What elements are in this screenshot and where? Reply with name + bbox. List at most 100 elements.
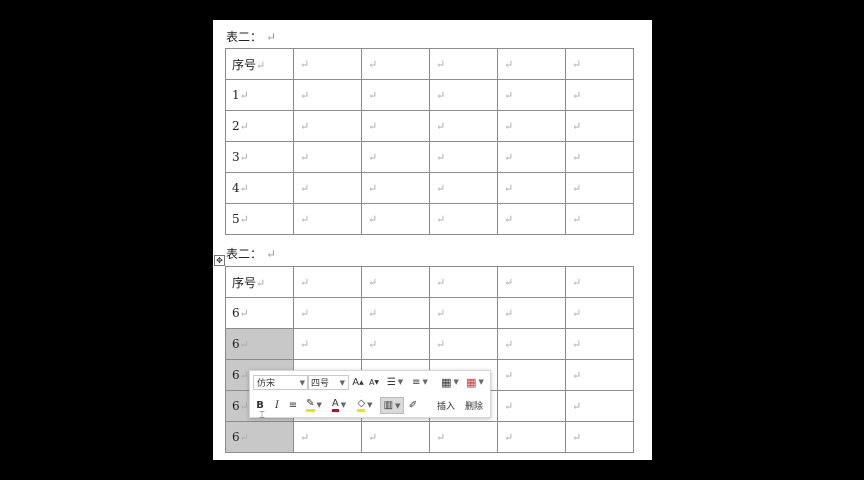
table-cell[interactable]: ↵ — [429, 110, 498, 142]
table-cell[interactable]: ↵ — [497, 48, 566, 80]
cell-end-mark: ↵ — [436, 338, 446, 351]
table-cell[interactable]: ↵ — [429, 421, 498, 453]
table-cell[interactable]: ↵ — [293, 266, 362, 298]
font-size-dropdown[interactable]: 四号 ▼ — [307, 375, 349, 390]
table-cell[interactable]: ↵ — [497, 266, 566, 298]
table-cell[interactable]: ↵ — [293, 421, 362, 453]
table-2[interactable]: 序号↵↵↵↵↵↵6↵↵↵↵↵↵6↵↵↵↵↵↵6↵↵↵↵↵↵6↵↵↵↵↵↵6↵↵↵… — [225, 266, 634, 453]
cell-text: 3 — [232, 150, 240, 164]
cell-end-mark: ↵ — [504, 369, 514, 382]
table-cell[interactable]: ↵ — [293, 110, 362, 142]
table-cell[interactable]: ↵ — [565, 266, 634, 298]
table-cell[interactable]: ↵ — [497, 359, 566, 391]
table-cell[interactable]: ↵ — [565, 79, 634, 111]
paragraph-mark: ↵ — [266, 30, 277, 44]
font-color-button[interactable]: A ▼ — [328, 398, 350, 412]
table-cell[interactable]: ↵ — [497, 141, 566, 173]
mouse-cursor-icon: ⌶ — [259, 410, 265, 421]
format-painter-button[interactable]: ✐ — [406, 398, 420, 412]
cell-end-mark: ↵ — [239, 89, 249, 102]
table-cell[interactable]: ↵ — [565, 203, 634, 235]
numbered-list-button[interactable]: ≡ ▼ — [410, 375, 430, 389]
italic-button[interactable]: I — [270, 398, 284, 412]
table-cell[interactable]: 6↵ — [225, 328, 294, 360]
table-cell[interactable]: ↵ — [497, 203, 566, 235]
table-move-handle-icon[interactable]: ✥ — [214, 255, 225, 266]
table-cell[interactable]: ↵ — [429, 328, 498, 360]
table-cell[interactable]: ↵ — [565, 141, 634, 173]
table-cell[interactable]: ↵ — [429, 266, 498, 298]
table-cell[interactable]: ↵ — [429, 172, 498, 204]
table-cell[interactable]: ↵ — [565, 359, 634, 391]
table-cell[interactable]: ↵ — [565, 297, 634, 329]
cell-text: 6 — [232, 337, 240, 351]
table-cell[interactable]: 3↵ — [225, 141, 294, 173]
cell-end-mark: ↵ — [239, 120, 249, 133]
table-cell[interactable]: ↵ — [361, 110, 430, 142]
delete-table-button[interactable]: ▦ ▼ — [465, 375, 485, 389]
table-cell[interactable]: ↵ — [497, 390, 566, 422]
cell-end-mark: ↵ — [300, 58, 310, 71]
table-cell[interactable]: ↵ — [293, 328, 362, 360]
table-cell[interactable]: ↵ — [497, 172, 566, 204]
font-name-dropdown[interactable]: 仿宋 ▼ — [253, 375, 309, 390]
table-cell[interactable]: ↵ — [293, 297, 362, 329]
grow-font-button[interactable]: A ▲ — [351, 375, 365, 389]
table-cell[interactable]: ↵ — [361, 266, 430, 298]
table-cell[interactable]: ↵ — [565, 328, 634, 360]
table-cell[interactable]: ↵ — [361, 79, 430, 111]
table-cell[interactable]: ↵ — [429, 203, 498, 235]
cell-end-mark: ↵ — [572, 307, 582, 320]
table-cell[interactable]: ↵ — [293, 172, 362, 204]
table-cell[interactable]: ↵ — [361, 48, 430, 80]
table-cell[interactable]: ↵ — [497, 328, 566, 360]
table-cell[interactable]: ↵ — [565, 390, 634, 422]
align-center-button[interactable]: ≡ — [286, 398, 300, 412]
table-cell[interactable]: ↵ — [565, 172, 634, 204]
cell-end-mark: ↵ — [504, 400, 514, 413]
table-cell[interactable]: ↵ — [293, 141, 362, 173]
table-cell[interactable]: ↵ — [565, 48, 634, 80]
table-1[interactable]: 序号↵ ↵ ↵ ↵ ↵ ↵ 1↵ ↵ ↵ ↵ ↵ ↵ 2↵ ↵ ↵ ↵ ↵ ↵ 3↵ ↵ ↵ ↵ ↵ ↵ 4↵ ↵ ↵ ↵ ↵ ↵ 5↵ ↵ ↵… — [225, 48, 634, 235]
table-cell[interactable]: ↵ — [497, 110, 566, 142]
table-row: 序号↵ ↵ ↵ ↵ ↵ ↵ — [225, 266, 634, 298]
table-cell[interactable]: 序号↵ — [225, 48, 294, 80]
shrink-font-button[interactable]: A ▼ — [367, 375, 381, 389]
table-cell[interactable]: ↵ — [565, 421, 634, 453]
table-cell[interactable]: 6↵ — [225, 421, 294, 453]
table-cell[interactable]: ↵ — [361, 328, 430, 360]
table-cell[interactable]: 序号↵ — [225, 266, 294, 298]
shading-button[interactable]: ◇ ▼ — [354, 398, 376, 412]
highlight-button[interactable]: ✎ ▼ — [303, 398, 325, 412]
table-cell[interactable]: 1↵ — [225, 79, 294, 111]
chevron-down-icon: ▼ — [339, 378, 345, 387]
table-cell[interactable]: ↵ — [361, 297, 430, 329]
table-cell[interactable]: ↵ — [361, 421, 430, 453]
table-cell[interactable]: ↵ — [361, 172, 430, 204]
table-cell[interactable]: ↵ — [293, 79, 362, 111]
table-cell[interactable]: ↵ — [565, 110, 634, 142]
table-cell[interactable]: ↵ — [293, 48, 362, 80]
table-cell[interactable]: 6↵ — [225, 297, 294, 329]
table-cell[interactable]: ↵ — [429, 79, 498, 111]
table-cell[interactable]: 5↵ — [225, 203, 294, 235]
table-cell[interactable]: ↵ — [361, 141, 430, 173]
insert-button[interactable]: 插入 — [434, 398, 458, 412]
bullet-list-button[interactable]: ☰ ▼ — [385, 375, 405, 389]
table-cell[interactable]: ↵ — [497, 297, 566, 329]
delete-button[interactable]: 删除 — [462, 398, 486, 412]
cell-text: 序号 — [232, 57, 257, 72]
bold-icon: B — [256, 399, 264, 411]
table-cell[interactable]: ↵ — [497, 421, 566, 453]
table-cell[interactable]: ↵ — [293, 203, 362, 235]
table-cell[interactable]: ↵ — [361, 203, 430, 235]
table-cell[interactable]: 4↵ — [225, 172, 294, 204]
table-style-button[interactable]: ▦ ▼ — [440, 375, 460, 389]
table-cell[interactable]: ↵ — [429, 141, 498, 173]
table-cell[interactable]: ↵ — [429, 297, 498, 329]
table-cell[interactable]: 2↵ — [225, 110, 294, 142]
italic-icon: I — [275, 399, 279, 411]
table-cell[interactable]: ↵ — [497, 79, 566, 111]
table-cell[interactable]: ↵ — [429, 48, 498, 80]
merge-cells-button[interactable]: ▥ ▼ — [380, 397, 404, 414]
